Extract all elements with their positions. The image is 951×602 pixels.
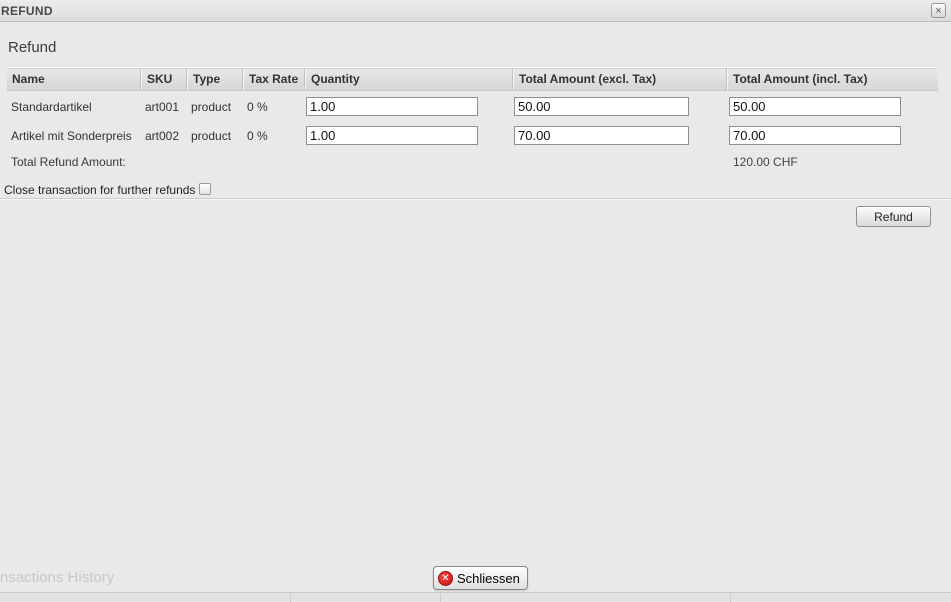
dialog-titlebar: REFUND × <box>0 0 951 22</box>
total-excl-tax-input[interactable] <box>514 126 689 145</box>
total-incl-tax-input[interactable] <box>729 126 901 145</box>
schliessen-label: Schliessen <box>457 571 520 586</box>
item-tax-rate: 0 % <box>243 100 305 114</box>
item-type: product <box>187 129 243 143</box>
item-type: product <box>187 100 243 114</box>
item-sku: art001 <box>141 100 187 114</box>
footer-divider <box>0 198 951 199</box>
close-transaction-label: Close transaction for further refunds <box>4 183 195 197</box>
refund-button[interactable]: Refund <box>856 206 931 227</box>
item-name: Artikel mit Sonderpreis <box>7 129 141 143</box>
item-sku: art002 <box>141 129 187 143</box>
refund-table-header: Name SKU Type Tax Rate Quantity Total Am… <box>7 68 938 91</box>
page-title: Refund <box>8 39 56 56</box>
background-table-header-strip <box>0 592 951 601</box>
total-refund-row: Total Refund Amount: 120.00 CHF <box>7 150 938 173</box>
table-row: Standardartikel art001 product 0 % <box>7 92 938 121</box>
total-excl-tax-input[interactable] <box>514 97 689 116</box>
table-row: Artikel mit Sonderpreis art002 product 0… <box>7 121 938 150</box>
red-close-icon: ✕ <box>438 571 453 586</box>
quantity-input[interactable] <box>306 126 478 145</box>
background-page-title: nsactions History <box>0 569 114 586</box>
column-header-type: Type <box>187 69 243 90</box>
schliessen-button[interactable]: ✕ Schliessen <box>433 566 528 590</box>
item-name: Standardartikel <box>7 100 141 114</box>
dialog-close-button[interactable]: × <box>931 3 946 18</box>
close-transaction-checkbox[interactable] <box>199 183 211 195</box>
column-header-total-incl-tax: Total Amount (incl. Tax) <box>727 69 938 90</box>
column-header-total-excl-tax: Total Amount (excl. Tax) <box>513 69 727 90</box>
column-header-quantity: Quantity <box>305 69 513 90</box>
column-header-name: Name <box>7 69 141 90</box>
total-refund-label: Total Refund Amount: <box>7 155 727 169</box>
quantity-input[interactable] <box>306 97 478 116</box>
total-refund-value: 120.00 CHF <box>727 155 798 169</box>
column-header-sku: SKU <box>141 69 187 90</box>
item-tax-rate: 0 % <box>243 129 305 143</box>
close-icon: × <box>935 5 941 17</box>
dialog-title: REFUND <box>1 4 53 18</box>
close-transaction-row: Close transaction for further refunds <box>4 181 211 198</box>
total-incl-tax-input[interactable] <box>729 97 901 116</box>
column-header-tax-rate: Tax Rate <box>243 69 305 90</box>
